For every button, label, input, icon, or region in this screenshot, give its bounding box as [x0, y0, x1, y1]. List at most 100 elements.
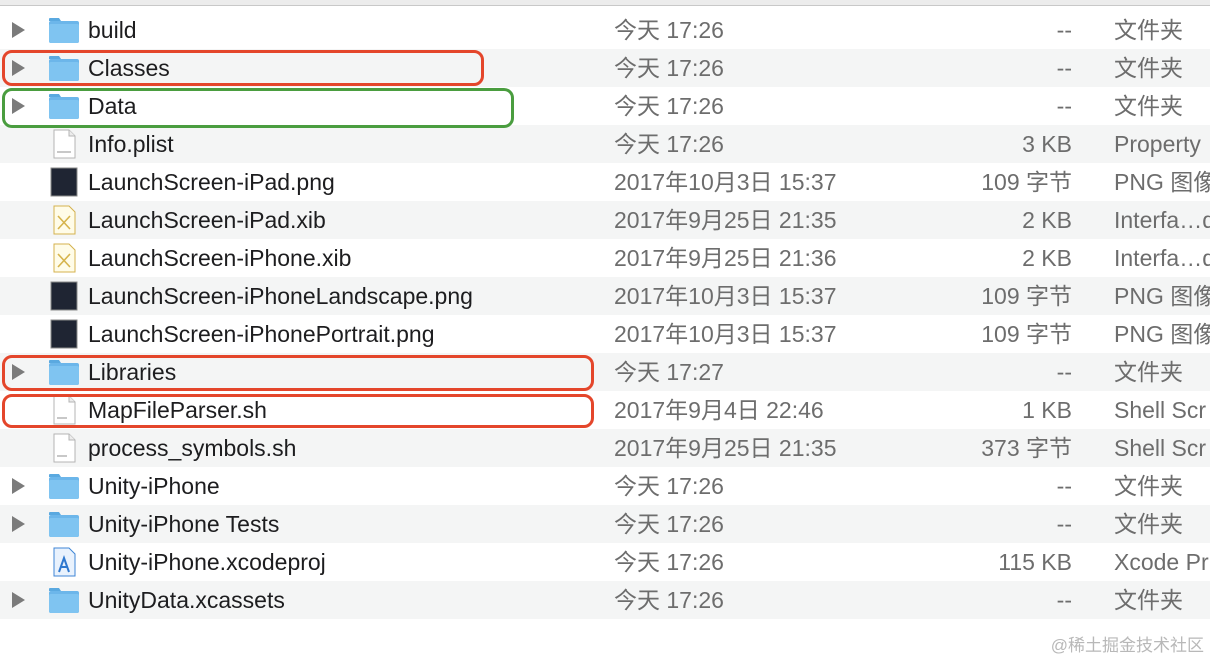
disclosure-triangle-icon[interactable]: [12, 98, 25, 114]
file-name: Unity-iPhone.xcodeproj: [88, 549, 326, 575]
file-name: Unity-iPhone: [88, 473, 220, 499]
file-name: UnityData.xcassets: [88, 587, 285, 613]
file-name: Info.plist: [88, 131, 174, 157]
disclosure-triangle-icon[interactable]: [12, 22, 25, 38]
folder-icon: [48, 357, 80, 387]
file-kind: 文件夹: [1114, 511, 1183, 537]
file-size: 3 KB: [1022, 131, 1072, 157]
file-row[interactable]: LaunchScreen-iPhone.xib 2017年9月25日 21:36 2…: [0, 239, 1210, 277]
file-row[interactable]: process_symbols.sh 2017年9月25日 21:35 373 字节…: [0, 429, 1210, 467]
file-date-modified: 今天 17:26: [614, 587, 724, 613]
window-top-edge: [0, 0, 1210, 6]
file-size: 115 KB: [998, 549, 1072, 575]
plist-document-icon: [48, 129, 80, 159]
file-row[interactable]: build 今天 17:26 -- 文件夹: [0, 11, 1210, 49]
file-name: LaunchScreen-iPhone.xib: [88, 245, 352, 271]
file-date-modified: 今天 17:26: [614, 55, 724, 81]
file-date-modified: 2017年10月3日 15:37: [614, 283, 837, 309]
file-kind: PNG 图像: [1114, 169, 1210, 195]
file-kind: 文件夹: [1114, 55, 1183, 81]
folder-icon: [48, 471, 80, 501]
folder-icon: [48, 509, 80, 539]
folder-icon: [48, 585, 80, 615]
file-name: Unity-iPhone Tests: [88, 511, 280, 537]
file-name: LaunchScreen-iPad.png: [88, 169, 335, 195]
file-date-modified: 今天 17:26: [614, 473, 724, 499]
file-date-modified: 2017年9月25日 21:35: [614, 207, 837, 233]
file-size: --: [1056, 93, 1072, 119]
disclosure-triangle-icon[interactable]: [12, 364, 25, 380]
file-size: 1 KB: [1022, 397, 1072, 423]
file-row[interactable]: UnityData.xcassets 今天 17:26 -- 文件夹: [0, 581, 1210, 619]
file-row[interactable]: Data 今天 17:26 -- 文件夹: [0, 87, 1210, 125]
file-size: --: [1056, 473, 1072, 499]
file-date-modified: 今天 17:26: [614, 549, 724, 575]
file-size: 109 字节: [981, 169, 1072, 195]
file-date-modified: 2017年9月25日 21:35: [614, 435, 837, 461]
file-size: 109 字节: [981, 321, 1072, 347]
watermark: @稀土掘金技术社区: [1050, 636, 1204, 655]
file-kind: Shell Scr: [1114, 397, 1207, 423]
shell-script-icon: [48, 433, 80, 463]
file-kind: 文件夹: [1114, 587, 1183, 613]
file-name: build: [88, 17, 137, 43]
file-kind: 文件夹: [1114, 17, 1183, 43]
xib-document-icon: [48, 243, 80, 273]
file-date-modified: 今天 17:26: [614, 17, 724, 43]
file-date-modified: 今天 17:26: [614, 131, 724, 157]
disclosure-triangle-icon[interactable]: [12, 516, 25, 532]
file-date-modified: 今天 17:26: [614, 511, 724, 537]
file-date-modified: 今天 17:27: [614, 359, 724, 385]
file-date-modified: 2017年10月3日 15:37: [614, 321, 837, 347]
file-kind: 文件夹: [1114, 473, 1183, 499]
disclosure-triangle-icon[interactable]: [12, 592, 25, 608]
file-kind: PNG 图像: [1114, 321, 1210, 347]
file-name: Data: [88, 93, 137, 119]
file-name: Libraries: [88, 359, 177, 385]
disclosure-triangle-icon[interactable]: [12, 478, 25, 494]
file-row[interactable]: MapFileParser.sh 2017年9月4日 22:46 1 KB Shell…: [0, 391, 1210, 429]
file-name: Classes: [88, 55, 170, 81]
png-image-icon: [48, 319, 80, 349]
file-row[interactable]: Unity-iPhone Tests 今天 17:26 -- 文件夹: [0, 505, 1210, 543]
file-name: LaunchScreen-iPhonePortrait.png: [88, 321, 435, 347]
file-size: 2 KB: [1022, 245, 1072, 271]
file-list: build 今天 17:26 -- 文件夹 Classes 今天 17:26 -- 文件夹 Da…: [0, 11, 1210, 619]
folder-icon: [48, 15, 80, 45]
file-size: 373 字节: [981, 435, 1072, 461]
file-size: --: [1056, 359, 1072, 385]
xib-document-icon: [48, 205, 80, 235]
file-kind: Xcode Pr: [1114, 549, 1209, 575]
png-image-icon: [48, 281, 80, 311]
file-name: LaunchScreen-iPad.xib: [88, 207, 326, 233]
file-date-modified: 2017年9月4日 22:46: [614, 397, 824, 423]
disclosure-triangle-icon[interactable]: [12, 60, 25, 76]
file-row[interactable]: Unity-iPhone.xcodeproj 今天 17:26 115 KB Xcod…: [0, 543, 1210, 581]
file-size: --: [1056, 511, 1072, 537]
file-kind: Shell Scr: [1114, 435, 1207, 461]
file-name: MapFileParser.sh: [88, 397, 267, 423]
file-kind: Property: [1114, 131, 1201, 157]
folder-icon: [48, 53, 80, 83]
file-row[interactable]: LaunchScreen-iPad.png 2017年10月3日 15:37 109…: [0, 163, 1210, 201]
file-date-modified: 今天 17:26: [614, 93, 724, 119]
file-row[interactable]: Libraries 今天 17:27 -- 文件夹: [0, 353, 1210, 391]
file-size: --: [1056, 17, 1072, 43]
file-name: process_symbols.sh: [88, 435, 297, 461]
file-row[interactable]: Info.plist 今天 17:26 3 KB Property: [0, 125, 1210, 163]
file-row[interactable]: LaunchScreen-iPad.xib 2017年9月25日 21:35 2 K…: [0, 201, 1210, 239]
file-kind: 文件夹: [1114, 93, 1183, 119]
file-row[interactable]: LaunchScreen-iPhonePortrait.png 2017年10月3…: [0, 315, 1210, 353]
folder-icon: [48, 91, 80, 121]
file-kind: Interfa…d: [1114, 207, 1210, 233]
png-image-icon: [48, 167, 80, 197]
file-size: 109 字节: [981, 283, 1072, 309]
file-size: --: [1056, 55, 1072, 81]
file-row[interactable]: Unity-iPhone 今天 17:26 -- 文件夹: [0, 467, 1210, 505]
file-row[interactable]: LaunchScreen-iPhoneLandscape.png 2017年10月…: [0, 277, 1210, 315]
file-row[interactable]: Classes 今天 17:26 -- 文件夹: [0, 49, 1210, 87]
file-date-modified: 2017年10月3日 15:37: [614, 169, 837, 195]
file-kind: PNG 图像: [1114, 283, 1210, 309]
file-kind: 文件夹: [1114, 359, 1183, 385]
file-size: --: [1056, 587, 1072, 613]
